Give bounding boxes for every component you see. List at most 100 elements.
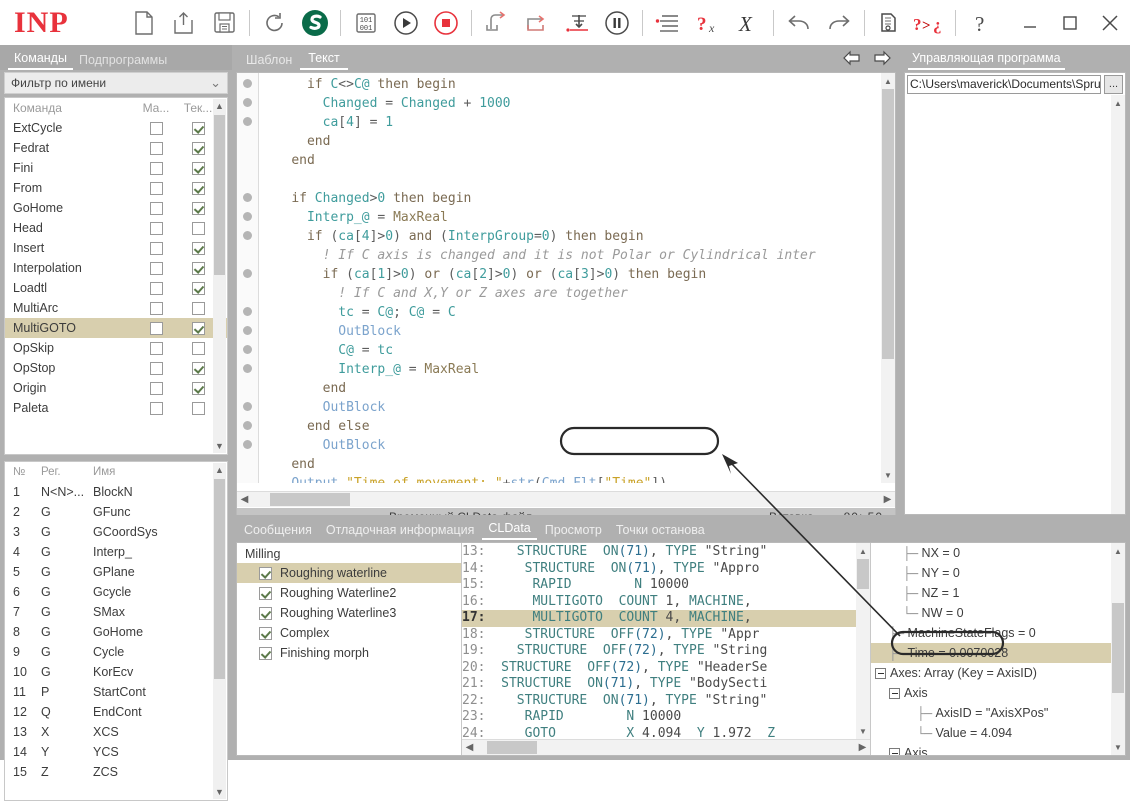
checkbox-operation[interactable] <box>259 627 272 640</box>
command-ma-cell[interactable] <box>135 342 177 355</box>
tab-subprograms[interactable]: Подпрограммы <box>73 51 173 70</box>
cldata-vertical-scrollbar[interactable]: ▲ ▼ <box>856 543 870 739</box>
chi-icon[interactable]: X <box>728 3 768 43</box>
checkbox-ma[interactable] <box>150 322 163 335</box>
code-line[interactable] <box>260 170 881 189</box>
command-row[interactable]: From <box>5 178 227 198</box>
tab-commands[interactable]: Команды <box>8 49 73 70</box>
code-line[interactable]: end <box>260 455 881 474</box>
cldata-line[interactable]: 14: STRUCTURE ON(71), TYPE "Appro <box>462 561 856 578</box>
hscroll-track[interactable] <box>252 492 880 508</box>
scroll-right-icon[interactable]: ▶ <box>880 494 895 505</box>
tab-text[interactable]: Текст <box>300 49 347 70</box>
editor-code-area[interactable]: if C<>C@ then begin Changed = Changed + … <box>260 73 881 483</box>
cldata-line[interactable]: 23: RAPID N 10000 <box>462 709 856 726</box>
checkbox-operation[interactable] <box>259 647 272 660</box>
checkbox-ma[interactable] <box>150 142 163 155</box>
checkbox-tek[interactable] <box>192 142 205 155</box>
tree-row[interactable]: ├─ AxisID = "AxisXPos" <box>871 703 1111 723</box>
checkbox-tek[interactable] <box>192 122 205 135</box>
bottom-tab-отладочная-информация[interactable]: Отладочная информация <box>320 521 481 540</box>
command-row[interactable]: Head <box>5 218 227 238</box>
command-ma-cell[interactable] <box>135 202 177 215</box>
command-ma-cell[interactable] <box>135 142 177 155</box>
browse-button[interactable]: ... <box>1104 75 1123 94</box>
step-into-icon[interactable] <box>477 3 517 43</box>
checkbox-ma[interactable] <box>150 182 163 195</box>
checkbox-tek[interactable] <box>192 222 205 235</box>
breakpoint-marker-icon[interactable] <box>243 326 252 335</box>
scroll-left-icon[interactable]: ◀ <box>462 742 477 753</box>
hscroll-track[interactable] <box>477 740 855 756</box>
code-line[interactable]: Output "Time of movement: "+str(Cmd.Flt[… <box>260 474 881 483</box>
chevron-down-icon[interactable]: ⌄ <box>210 75 221 91</box>
checkbox-tek[interactable] <box>192 322 205 335</box>
scrollbar-thumb[interactable] <box>214 115 225 275</box>
code-editor[interactable]: if C<>C@ then begin Changed = Changed + … <box>236 72 896 527</box>
sprut-logo-icon[interactable] <box>295 3 335 43</box>
checkbox-tek[interactable] <box>192 242 205 255</box>
tree-row[interactable]: ├─ Time = 0.0070028 <box>871 643 1111 663</box>
scroll-up-icon[interactable]: ▲ <box>882 75 894 87</box>
nav-back-icon[interactable] <box>840 48 864 68</box>
command-ma-cell[interactable] <box>135 322 177 335</box>
tree-row[interactable]: ├─ NY = 0 <box>871 563 1111 583</box>
command-ma-cell[interactable] <box>135 282 177 295</box>
command-ma-cell[interactable] <box>135 162 177 175</box>
code-line[interactable]: if (ca[4]>0) and (InterpGroup=0) then be… <box>260 227 881 246</box>
checkbox-ma[interactable] <box>150 342 163 355</box>
code-line[interactable]: Changed = Changed + 1000 <box>260 94 881 113</box>
code-line[interactable]: ! If C and X,Y or Z axes are together <box>260 284 881 303</box>
command-ma-cell[interactable] <box>135 222 177 235</box>
checkbox-tek[interactable] <box>192 302 205 315</box>
registers-grid[interactable]: № Рег. Имя 1N<N>...BlockN2GGFunc3GGCoord… <box>4 461 228 801</box>
command-ma-cell[interactable] <box>135 302 177 315</box>
breakpoint-marker-icon[interactable] <box>243 364 252 373</box>
checkbox-operation[interactable] <box>259 607 272 620</box>
scroll-down-icon[interactable]: ▼ <box>213 439 226 453</box>
command-row[interactable]: OpStop <box>5 358 227 378</box>
scroll-up-icon[interactable]: ▲ <box>1112 545 1124 557</box>
tree-expander-icon[interactable] <box>875 668 886 679</box>
register-row[interactable]: 8GGoHome <box>5 622 227 642</box>
registers-scrollbar[interactable]: ▲ ▼ <box>213 463 226 799</box>
scroll-up-icon[interactable]: ▲ <box>213 99 226 113</box>
reload-icon[interactable] <box>255 3 295 43</box>
cldata-line[interactable]: 20: STRUCTURE OFF(72), TYPE "HeaderSe <box>462 660 856 677</box>
tree-expander-icon[interactable] <box>889 748 900 757</box>
scroll-up-icon[interactable]: ▲ <box>213 463 226 477</box>
pause-icon[interactable] <box>597 3 637 43</box>
code-line[interactable]: Interp_@ = MaxReal <box>260 360 881 379</box>
code-line[interactable]: end <box>260 132 881 151</box>
checkbox-ma[interactable] <box>150 162 163 175</box>
register-row[interactable]: 9GCycle <box>5 642 227 662</box>
commands-grid[interactable]: Команда Ma... Тек... ExtCycleFedratFiniF… <box>4 97 228 455</box>
open-file-icon[interactable] <box>164 3 204 43</box>
new-file-icon[interactable] <box>124 3 164 43</box>
code-line[interactable]: ! If C axis is changed and it is not Pol… <box>260 246 881 265</box>
register-row[interactable]: 10GKorEcv <box>5 662 227 682</box>
checkbox-tek[interactable] <box>192 382 205 395</box>
tree-scrollbar[interactable]: ▲ ▼ <box>1111 543 1125 755</box>
breakpoint-marker-icon[interactable] <box>243 307 252 316</box>
cldata-tree[interactable]: ├─ NX = 0├─ NY = 0├─ NZ = 1└─ NW = 0├─ M… <box>870 543 1125 755</box>
command-row[interactable]: Insert <box>5 238 227 258</box>
checkbox-ma[interactable] <box>150 362 163 375</box>
scroll-up-icon[interactable]: ▲ <box>1112 97 1124 109</box>
undo-icon[interactable] <box>779 3 819 43</box>
command-ma-cell[interactable] <box>135 242 177 255</box>
cldata-line[interactable]: 22: STRUCTURE ON(71), TYPE "String" <box>462 693 856 710</box>
operation-item[interactable]: Roughing waterline <box>237 563 461 583</box>
watch-icon[interactable]: ?x <box>688 3 728 43</box>
operation-item[interactable]: Finishing morph <box>237 643 461 663</box>
scrollbar-thumb[interactable] <box>857 559 869 589</box>
checkbox-operation[interactable] <box>259 587 272 600</box>
checkbox-tek[interactable] <box>192 162 205 175</box>
stop-icon[interactable] <box>426 3 466 43</box>
redo-icon[interactable] <box>819 3 859 43</box>
checkbox-ma[interactable] <box>150 202 163 215</box>
tab-template[interactable]: Шаблон <box>238 51 300 70</box>
code-line[interactable]: if Changed>0 then begin <box>260 189 881 208</box>
checkbox-tek[interactable] <box>192 202 205 215</box>
breakpoint-marker-icon[interactable] <box>243 117 252 126</box>
